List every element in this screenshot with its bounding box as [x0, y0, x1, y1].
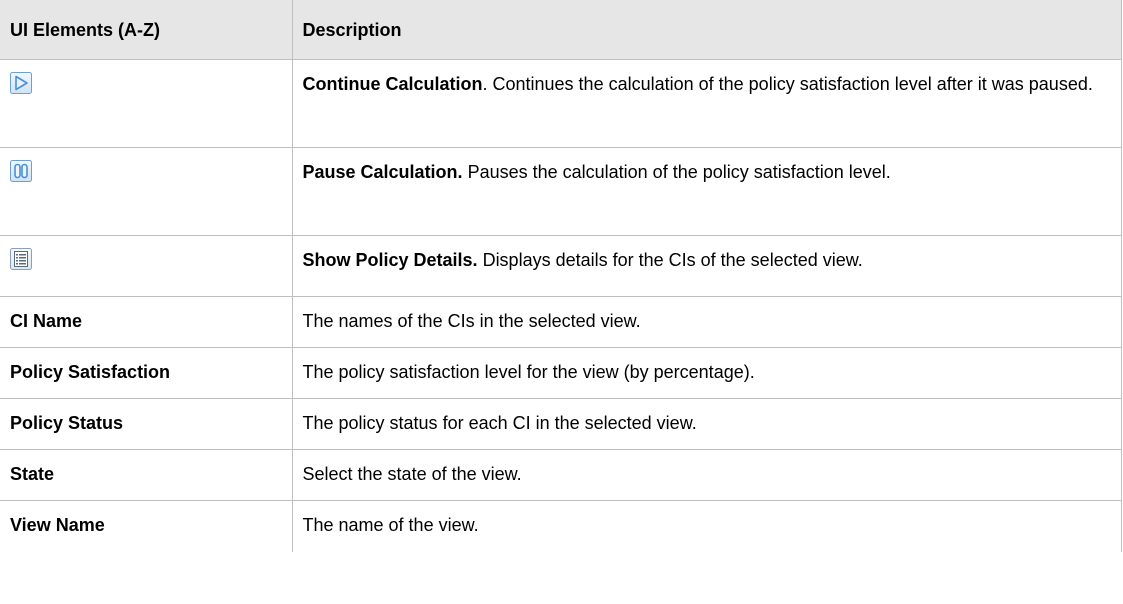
ui-element-cell: State — [0, 449, 293, 501]
table-row: State Select the state of the view. — [0, 449, 1122, 501]
column-header-description: Description — [291, 0, 1122, 60]
table-row: Continue Calculation. Continues the calc… — [0, 59, 1122, 148]
description-text: . Continues the calculation of the polic… — [482, 74, 1093, 94]
description-text: Pauses the calculation of the policy sat… — [462, 162, 891, 182]
description-title: Continue Calculation — [302, 74, 483, 94]
table-row: Policy Status The policy status for each… — [0, 398, 1122, 450]
column-header-ui-elements: UI Elements (A-Z) — [0, 0, 293, 60]
description-cell: The names of the CIs in the selected vie… — [291, 296, 1122, 348]
description-cell: Continue Calculation. Continues the calc… — [291, 59, 1122, 148]
ui-elements-table: UI Elements (A-Z) Description Continue C… — [0, 0, 1122, 552]
ui-element-cell: Policy Satisfaction — [0, 347, 293, 399]
description-title: Show Policy Details. — [302, 250, 478, 270]
description-cell: Pause Calculation. Pauses the calculatio… — [291, 147, 1122, 236]
table-row: View Name The name of the view. — [0, 500, 1122, 552]
show-policy-details-icon — [10, 248, 32, 270]
description-cell: Select the state of the view. — [291, 449, 1122, 501]
description-cell: The policy satisfaction level for the vi… — [291, 347, 1122, 399]
description-title: Pause Calculation. — [302, 162, 463, 182]
description-text: Displays details for the CIs of the sele… — [477, 250, 863, 270]
description-cell: Show Policy Details. Displays details fo… — [291, 235, 1122, 297]
table-row: Show Policy Details. Displays details fo… — [0, 235, 1122, 297]
continue-calculation-icon — [10, 72, 32, 94]
ui-element-cell: View Name — [0, 500, 293, 552]
ui-element-cell — [0, 235, 293, 297]
description-cell: The policy status for each CI in the sel… — [291, 398, 1122, 450]
ui-element-cell — [0, 59, 293, 148]
table-header-row: UI Elements (A-Z) Description — [0, 0, 1122, 60]
ui-element-cell — [0, 147, 293, 236]
ui-element-cell: Policy Status — [0, 398, 293, 450]
table-row: CI Name The names of the CIs in the sele… — [0, 296, 1122, 348]
pause-calculation-icon — [10, 160, 32, 182]
table-row: Pause Calculation. Pauses the calculatio… — [0, 147, 1122, 236]
table-row: Policy Satisfaction The policy satisfact… — [0, 347, 1122, 399]
ui-element-cell: CI Name — [0, 296, 293, 348]
description-cell: The name of the view. — [291, 500, 1122, 552]
